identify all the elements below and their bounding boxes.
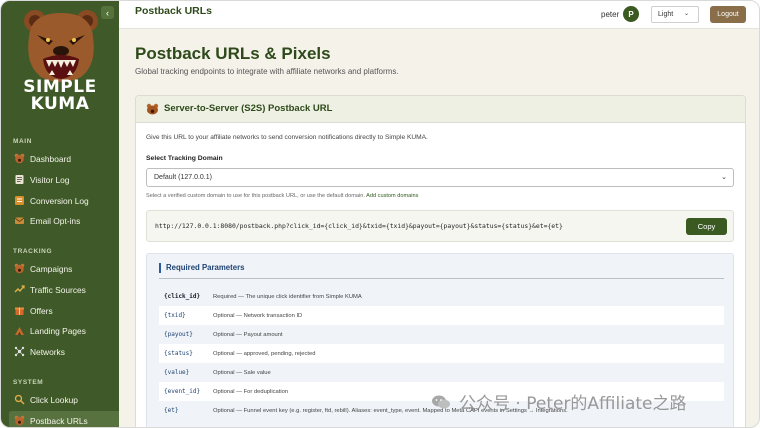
network-icon: [14, 346, 25, 357]
card-header: Server-to-Server (S2S) Postback URL: [136, 96, 745, 123]
param-key: {value}: [164, 369, 190, 376]
table-row: {click_id} Required — The unique click i…: [159, 287, 724, 306]
param-key: {txid}: [164, 312, 186, 319]
sidebar-item-dashboard[interactable]: Dashboard: [9, 149, 119, 168]
sidebar-item-offers[interactable]: Offers: [9, 301, 119, 320]
sidebar-item-email-opt-ins[interactable]: Email Opt-ins: [9, 211, 119, 230]
bear-icon: [14, 153, 25, 164]
param-key: {et}: [164, 407, 179, 414]
param-key: {event_id}: [164, 388, 201, 395]
add-custom-domains-link[interactable]: Add custom domains: [366, 193, 418, 199]
theme-select[interactable]: Light ⌄: [651, 6, 699, 23]
table-row: {status} Optional — approved, pending, r…: [159, 344, 724, 363]
sidebar-item-label: Offers: [30, 305, 53, 316]
sidebar-item-label: Networks: [30, 346, 65, 357]
page-subtitle: Global tracking endpoints to integrate w…: [135, 67, 399, 76]
offers-icon: [14, 305, 25, 316]
table-row: {value} Optional — Sale value: [159, 363, 724, 382]
divider: [159, 278, 724, 279]
domain-help-text: Select a verified custom domain to use f…: [146, 193, 418, 199]
sidebar-item-label: Traffic Sources: [30, 284, 86, 295]
parameters-title: Required Parameters: [159, 263, 244, 273]
conversion-icon: [14, 195, 25, 206]
sidebar-item-click-lookup[interactable]: Click Lookup: [9, 390, 119, 409]
traffic-icon: [14, 284, 25, 295]
sidebar-item-landing-pages[interactable]: Landing Pages: [9, 321, 119, 340]
bear-icon: [14, 415, 25, 426]
user-name: peter: [601, 10, 620, 19]
bear-icon: [14, 263, 25, 274]
sidebar-item-label: Postback URLs: [30, 415, 88, 426]
watermark-text: 公众号 · Peter的Affiliate之路: [459, 394, 687, 414]
top-bar: Postback URLs peter P Light ⌄ Logout: [119, 1, 759, 29]
sidebar-item-networks[interactable]: Networks: [9, 342, 119, 361]
param-description: Required — The unique click identifier f…: [213, 293, 362, 300]
domain-help-message: Select a verified custom domain to use f…: [146, 193, 365, 199]
param-description: Optional — For deduplication: [213, 388, 289, 395]
sidebar-item-label: Landing Pages: [30, 325, 86, 336]
brand-line-2: KUMA: [30, 94, 90, 114]
param-key: {status}: [164, 350, 193, 357]
sidebar-item-conversion-log[interactable]: Conversion Log: [9, 191, 119, 210]
copy-button[interactable]: Copy: [686, 218, 727, 235]
brand-name: SIMPLE KUMA: [1, 79, 119, 113]
param-description: Optional — Network transaction ID: [213, 312, 303, 319]
top-bar-title: Postback URLs: [135, 5, 213, 17]
avatar[interactable]: P: [623, 6, 639, 22]
sidebar-item-label: Email Opt-ins: [30, 215, 81, 226]
chevron-down-icon: ⌄: [721, 174, 727, 181]
postback-url[interactable]: http://127.0.0.1:8080/postback.php?click…: [155, 222, 563, 230]
email-icon: [14, 215, 25, 226]
param-description: Optional — Sale value: [213, 369, 271, 376]
sidebar-item-label: Campaigns: [30, 263, 73, 274]
nav-section-main: MAIN: [13, 138, 33, 145]
domain-select-label: Select Tracking Domain: [146, 155, 223, 162]
sidebar-item-campaigns[interactable]: Campaigns: [9, 259, 119, 278]
log-icon: [14, 174, 25, 185]
postback-url-box: http://127.0.0.1:8080/postback.php?click…: [146, 210, 734, 242]
bear-icon: [146, 103, 159, 115]
wechat-icon: [432, 395, 450, 408]
nav-section-system: SYSTEM: [13, 379, 44, 386]
sidebar-item-label: Visitor Log: [30, 174, 70, 185]
card-title: Server-to-Server (S2S) Postback URL: [164, 103, 333, 114]
sidebar-item-label: Click Lookup: [30, 394, 78, 405]
bear-logo: [24, 10, 98, 82]
watermark: 公众号 · Peter的Affiliate之路: [431, 389, 686, 414]
table-row: {payout} Optional — Payout amount: [159, 325, 724, 344]
tracking-domain-value: Default (127.0.0.1): [154, 174, 212, 181]
sidebar: ‹ SIMPLE KUMA MAIN Dashboard Visitor Log…: [1, 1, 119, 427]
nav-section-tracking: TRACKING: [13, 248, 53, 255]
sidebar-item-label: Dashboard: [30, 153, 71, 164]
table-row: {txid} Optional — Network transaction ID: [159, 306, 724, 325]
param-key: {payout}: [164, 331, 193, 338]
sidebar-item-traffic-sources[interactable]: Traffic Sources: [9, 280, 119, 299]
theme-select-value: Light: [658, 11, 674, 18]
param-key: {click_id}: [164, 293, 201, 300]
param-description: Optional — approved, pending, rejected: [213, 350, 316, 357]
s2s-description: Give this URL to your affiliate networks…: [146, 134, 428, 141]
sidebar-item-label: Conversion Log: [30, 195, 89, 206]
sidebar-item-visitor-log[interactable]: Visitor Log: [9, 170, 119, 189]
tracking-domain-select[interactable]: Default (127.0.0.1) ⌄: [146, 168, 734, 187]
param-description: Optional — Payout amount: [213, 331, 283, 338]
chevron-down-icon: ⌄: [683, 11, 689, 17]
sidebar-item-postback-urls[interactable]: Postback URLs: [9, 411, 119, 427]
logout-button[interactable]: Logout: [710, 6, 746, 23]
collapse-sidebar-button[interactable]: ‹: [101, 6, 114, 19]
app-window: ‹ SIMPLE KUMA MAIN Dashboard Visitor Log…: [0, 0, 760, 428]
landing-icon: [14, 325, 25, 336]
lookup-icon: [14, 394, 25, 405]
page-title: Postback URLs & Pixels: [135, 44, 331, 63]
